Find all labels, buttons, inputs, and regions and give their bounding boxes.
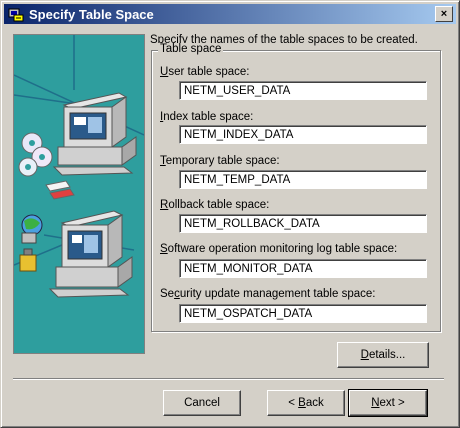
specify-table-space-dialog: Specify Table Space × Specify the names …	[0, 0, 460, 428]
label-part: ollback table space:	[168, 199, 270, 211]
label-part: oftware operation monitoring log table s…	[167, 243, 398, 255]
index-table-space-label: Index table space:	[160, 111, 253, 123]
network-computers-illustration	[13, 34, 145, 354]
close-button[interactable]: ×	[435, 6, 453, 22]
group-label: Table space	[158, 43, 224, 55]
button-label-part: ack	[305, 397, 324, 409]
button-accel: B	[298, 397, 306, 409]
monitoring-log-table-space-input[interactable]: NETM_MONITOR_DATA	[179, 259, 427, 278]
security-update-table-space-input[interactable]: NETM_OSPATCH_DATA	[179, 304, 427, 323]
button-label-part: <	[288, 397, 299, 409]
details-button[interactable]: Details...	[337, 342, 429, 368]
back-button[interactable]: < Back	[267, 390, 345, 416]
cancel-button[interactable]: Cancel	[163, 390, 241, 416]
label-part: emporary table space:	[165, 155, 280, 167]
close-icon: ×	[440, 7, 448, 20]
security-update-table-space-label: Security update management table space:	[160, 288, 375, 300]
window-title: Specify Table Space	[29, 6, 154, 22]
setup-icon	[8, 6, 24, 22]
temporary-table-space-input[interactable]: NETM_TEMP_DATA	[179, 170, 427, 189]
label-part: ser table space:	[168, 66, 250, 78]
button-accel: D	[360, 349, 369, 361]
label-part: urity update management table space:	[179, 288, 376, 300]
index-table-space-input[interactable]: NETM_INDEX_DATA	[179, 125, 427, 144]
rollback-table-space-label: Rollback table space:	[160, 199, 269, 211]
label-part: ndex table space:	[163, 111, 254, 123]
button-label-part: etails...	[368, 349, 406, 361]
temporary-table-space-label: Temporary table space:	[160, 155, 280, 167]
monitoring-log-table-space-label: Software operation monitoring log table …	[160, 243, 397, 255]
user-table-space-label: User table space:	[160, 66, 250, 78]
label-accel: S	[160, 243, 168, 255]
separator	[13, 378, 444, 380]
user-table-space-input[interactable]: NETM_USER_DATA	[179, 81, 427, 100]
title-bar[interactable]: Specify Table Space ×	[4, 4, 456, 24]
button-accel: N	[371, 397, 380, 409]
rollback-table-space-input[interactable]: NETM_ROLLBACK_DATA	[179, 214, 427, 233]
label-part: Se	[160, 288, 175, 300]
next-button[interactable]: Next >	[348, 389, 428, 417]
button-label-part: ext >	[379, 397, 405, 409]
